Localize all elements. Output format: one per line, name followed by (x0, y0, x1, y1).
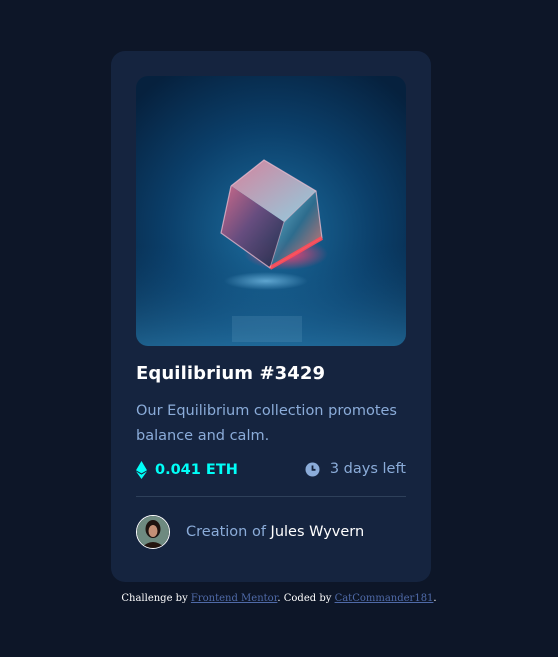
creator-prefix: Creation of (186, 524, 266, 540)
attribution: Challenge by Frontend Mentor. Coded by C… (0, 593, 558, 604)
attribution-prefix: Challenge by (121, 593, 188, 604)
page: Equilibrium #3429 Our Equilibrium collec… (0, 0, 558, 657)
author-link[interactable]: CatCommander181 (335, 593, 434, 604)
nft-preview-image[interactable] (136, 76, 406, 346)
nft-card: Equilibrium #3429 Our Equilibrium collec… (111, 51, 431, 582)
attribution-middle: . Coded by (277, 593, 332, 604)
card-title[interactable]: Equilibrium #3429 (136, 363, 406, 384)
avatar-image (137, 516, 169, 548)
clock-icon (305, 462, 320, 476)
attribution-suffix: . (433, 593, 437, 604)
price-stat: 0.041 ETH (136, 461, 238, 479)
time-stat: 3 days left (305, 461, 406, 477)
card-stats: 0.041 ETH 3 days left (136, 461, 406, 483)
time-left-value: 3 days left (329, 461, 406, 477)
frontend-mentor-link[interactable]: Frontend Mentor (191, 593, 277, 604)
equilibrium-cube-image (136, 76, 406, 346)
creator-name[interactable]: Jules Wyvern (271, 524, 365, 540)
creator-text: Creation of Jules Wyvern (186, 524, 364, 540)
creator-row: Creation of Jules Wyvern (136, 515, 406, 549)
card-divider (136, 496, 406, 497)
creator-avatar (136, 515, 170, 549)
ethereum-icon (136, 461, 147, 479)
card-description: Our Equilibrium collection promotes bala… (136, 403, 397, 444)
price-value: 0.041 ETH (155, 462, 238, 478)
